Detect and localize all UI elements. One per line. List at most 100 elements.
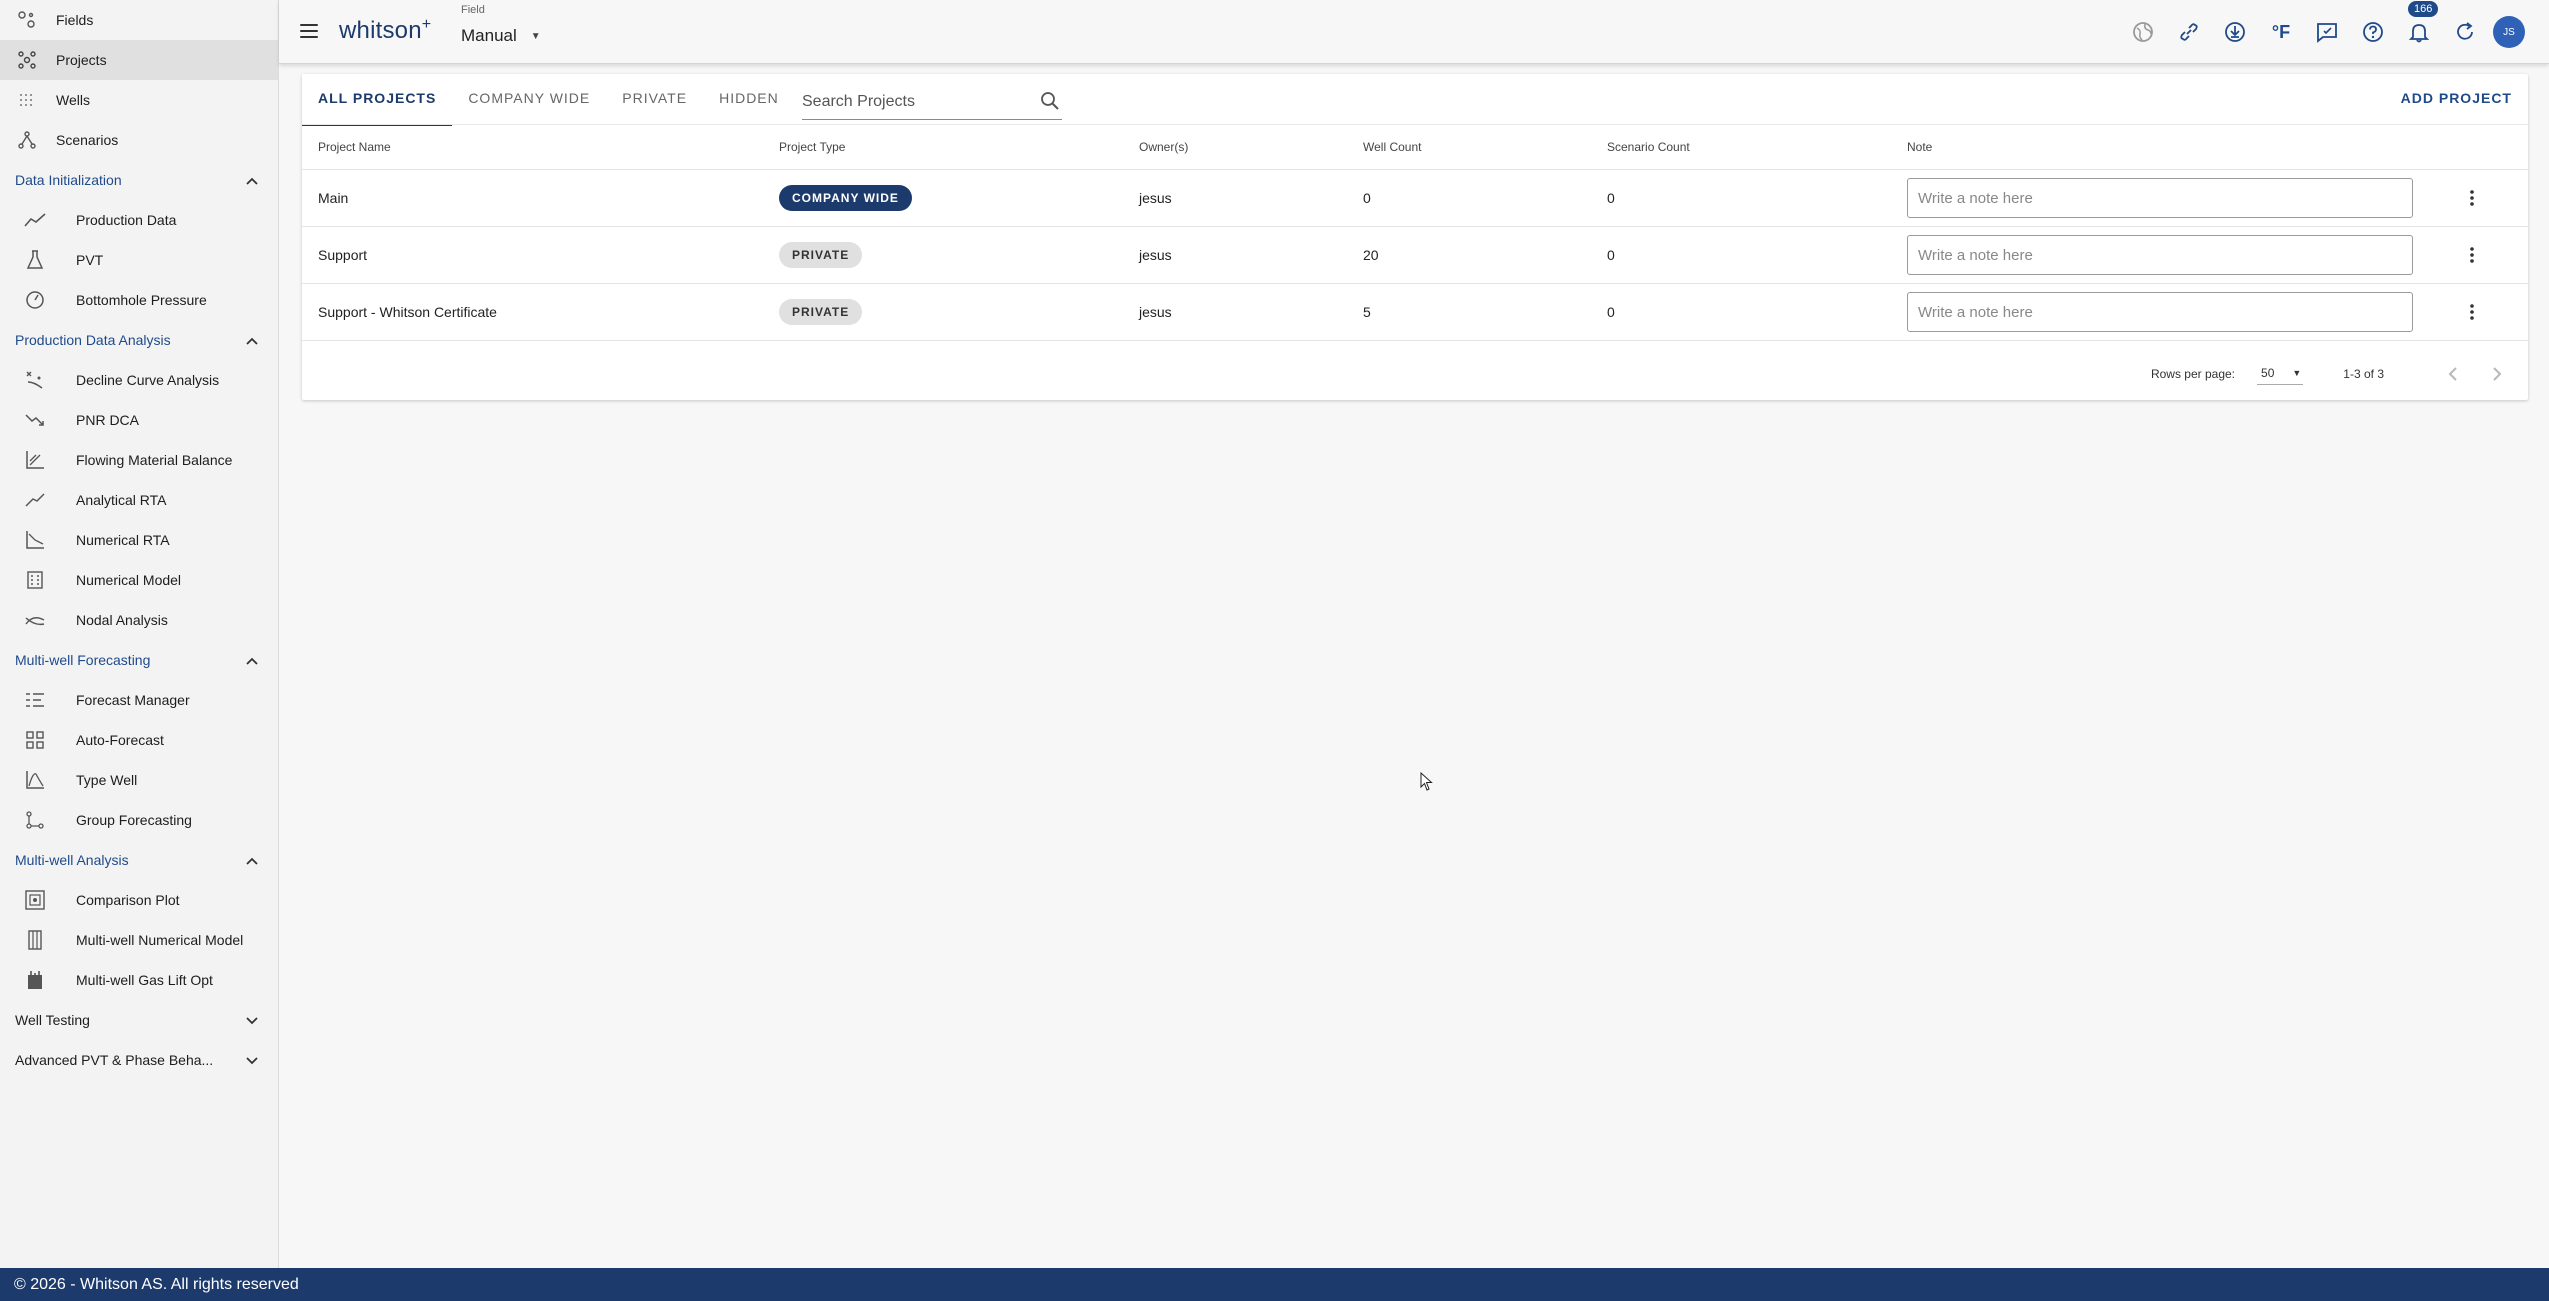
- project-name[interactable]: Main: [302, 190, 779, 206]
- sidebar-item-label: Numerical Model: [76, 572, 182, 588]
- sidebar-item-label: Forecast Manager: [76, 692, 190, 708]
- sidebar-item-label: Multi-well Numerical Model: [76, 932, 244, 948]
- rows-per-page-select[interactable]: 50 ▼: [2257, 364, 2304, 385]
- globe-icon[interactable]: [2125, 14, 2161, 50]
- sidebar-item-flowing-material-balance[interactable]: Flowing Material Balance: [0, 440, 278, 480]
- next-page-icon[interactable]: [2482, 359, 2512, 389]
- sidebar-item-wells[interactable]: Wells: [0, 80, 278, 120]
- sidebar-item-label: Auto-Forecast: [76, 732, 164, 748]
- sidebar-item-production-data[interactable]: Production Data: [0, 200, 278, 240]
- field-selector[interactable]: Manual ▼: [461, 26, 541, 46]
- more-vert-icon[interactable]: [2457, 240, 2487, 270]
- sidebar-item-pnr-dca[interactable]: PNR DCA: [0, 400, 278, 440]
- help-icon[interactable]: [2355, 14, 2391, 50]
- project-name[interactable]: Support - Whitson Certificate: [302, 304, 779, 320]
- project-type-badge: PRIVATE: [779, 299, 863, 325]
- table-row[interactable]: Support - Whitson Certificate PRIVATE je…: [302, 284, 2528, 341]
- sidebar-item-multi-well-numerical-model[interactable]: Multi-well Numerical Model: [0, 920, 278, 960]
- search-icon[interactable]: [1040, 91, 1060, 116]
- sidebar-item-label: Numerical RTA: [76, 532, 170, 548]
- projects-card: ALL PROJECTS COMPANY WIDE PRIVATE HIDDEN…: [302, 74, 2528, 400]
- decline-curve-icon: [24, 369, 46, 391]
- tab-all-projects[interactable]: ALL PROJECTS: [302, 74, 453, 126]
- rows-per-page-label: Rows per page:: [2150, 367, 2236, 381]
- tab-company-wide[interactable]: COMPANY WIDE: [452, 74, 606, 122]
- tab-hidden[interactable]: HIDDEN: [703, 74, 795, 122]
- app-logo[interactable]: whitson+: [339, 16, 431, 45]
- section-production-data-analysis[interactable]: Production Data Analysis: [0, 320, 278, 360]
- sidebar-item-comparison-plot[interactable]: Comparison Plot: [0, 880, 278, 920]
- sidebar-item-bottomhole-pressure[interactable]: Bottomhole Pressure: [0, 280, 278, 320]
- well-count: 5: [1363, 304, 1371, 320]
- link-icon[interactable]: [2171, 14, 2207, 50]
- list-icon: [24, 689, 46, 711]
- note-input[interactable]: [1907, 292, 2413, 332]
- more-vert-icon[interactable]: [2457, 297, 2487, 327]
- sidebar-item-numerical-model[interactable]: Numerical Model: [0, 560, 278, 600]
- sidebar-item-group-forecasting[interactable]: Group Forecasting: [0, 800, 278, 840]
- project-tabs: ALL PROJECTS COMPANY WIDE PRIVATE HIDDEN: [302, 74, 795, 126]
- sidebar-item-auto-forecast[interactable]: Auto-Forecast: [0, 720, 278, 760]
- projects-icon: [16, 49, 38, 71]
- sidebar-item-projects[interactable]: Projects: [0, 40, 278, 80]
- sidebar-item-scenarios[interactable]: Scenarios: [0, 120, 278, 160]
- sidebar-item-type-well[interactable]: Type Well: [0, 760, 278, 800]
- sidebar-item-numerical-rta[interactable]: Numerical RTA: [0, 520, 278, 560]
- section-multi-well-analysis[interactable]: Multi-well Analysis: [0, 840, 278, 880]
- sidebar-item-label: Wells: [56, 92, 90, 108]
- type-well-icon: [24, 769, 46, 791]
- refresh-icon[interactable]: [2447, 14, 2483, 50]
- column-header-well-count[interactable]: Well Count: [1363, 140, 1607, 154]
- avatar[interactable]: JS: [2493, 16, 2525, 48]
- section-advanced-pvt[interactable]: Advanced PVT & Phase Beha...: [0, 1040, 278, 1080]
- note-input[interactable]: [1907, 178, 2413, 218]
- note-input[interactable]: [1907, 235, 2413, 275]
- notification-badge: 166: [2408, 1, 2439, 17]
- add-project-button[interactable]: ADD PROJECT: [2401, 90, 2512, 106]
- sidebar-item-label: Analytical RTA: [76, 492, 167, 508]
- sidebar-item-label: Production Data: [76, 212, 177, 228]
- temperature-unit-icon[interactable]: °F: [2263, 14, 2299, 50]
- chevron-up-icon: [246, 652, 258, 668]
- feedback-icon[interactable]: [2309, 14, 2345, 50]
- section-title: Multi-well Forecasting: [15, 652, 151, 668]
- notifications-icon[interactable]: 166: [2401, 1, 2439, 50]
- sidebar-item-fields[interactable]: Fields: [0, 0, 278, 40]
- download-icon[interactable]: [2217, 14, 2253, 50]
- tab-private[interactable]: PRIVATE: [606, 74, 703, 122]
- section-title: Multi-well Analysis: [15, 852, 129, 868]
- sidebar-item-forecast-manager[interactable]: Forecast Manager: [0, 680, 278, 720]
- search-box: [802, 84, 1062, 120]
- column-header-owners[interactable]: Owner(s): [1139, 140, 1363, 154]
- table-row[interactable]: Main COMPANY WIDE jesus 0 0: [302, 170, 2528, 227]
- sidebar-item-nodal-analysis[interactable]: Nodal Analysis: [0, 600, 278, 640]
- project-type-badge: COMPANY WIDE: [779, 185, 912, 211]
- sidebar-item-label: Flowing Material Balance: [76, 452, 233, 468]
- sidebar-item-label: Decline Curve Analysis: [76, 372, 220, 388]
- column-header-scenario-count[interactable]: Scenario Count: [1607, 140, 1907, 154]
- section-well-testing[interactable]: Well Testing: [0, 1000, 278, 1040]
- section-data-initialization[interactable]: Data Initialization: [0, 160, 278, 200]
- menu-icon[interactable]: [297, 20, 321, 42]
- sidebar-item-label: Group Forecasting: [76, 812, 192, 828]
- sidebar-item-multi-well-gas-lift-opt[interactable]: Multi-well Gas Lift Opt: [0, 960, 278, 1000]
- column-header-project-type[interactable]: Project Type: [779, 140, 1139, 154]
- column-header-project-name[interactable]: Project Name: [302, 140, 779, 154]
- chevron-down-icon: [246, 1052, 258, 1068]
- sidebar-item-decline-curve-analysis[interactable]: Decline Curve Analysis: [0, 360, 278, 400]
- nodal-icon: [24, 609, 46, 631]
- grid-icon: [24, 729, 46, 751]
- chevron-down-icon: [246, 1012, 258, 1028]
- sidebar-item-analytical-rta[interactable]: Analytical RTA: [0, 480, 278, 520]
- more-vert-icon[interactable]: [2457, 183, 2487, 213]
- search-input[interactable]: [802, 92, 1032, 111]
- section-multi-well-forecasting[interactable]: Multi-well Forecasting: [0, 640, 278, 680]
- numerical-rta-icon: [24, 529, 46, 551]
- caret-down-icon: ▼: [2292, 367, 2302, 378]
- project-name[interactable]: Support: [302, 247, 779, 263]
- previous-page-icon[interactable]: [2438, 359, 2468, 389]
- project-owner: jesus: [1139, 304, 1172, 320]
- sidebar-item-pvt[interactable]: PVT: [0, 240, 278, 280]
- sidebar-item-label: Bottomhole Pressure: [76, 292, 207, 308]
- table-row[interactable]: Support PRIVATE jesus 20 0: [302, 227, 2528, 284]
